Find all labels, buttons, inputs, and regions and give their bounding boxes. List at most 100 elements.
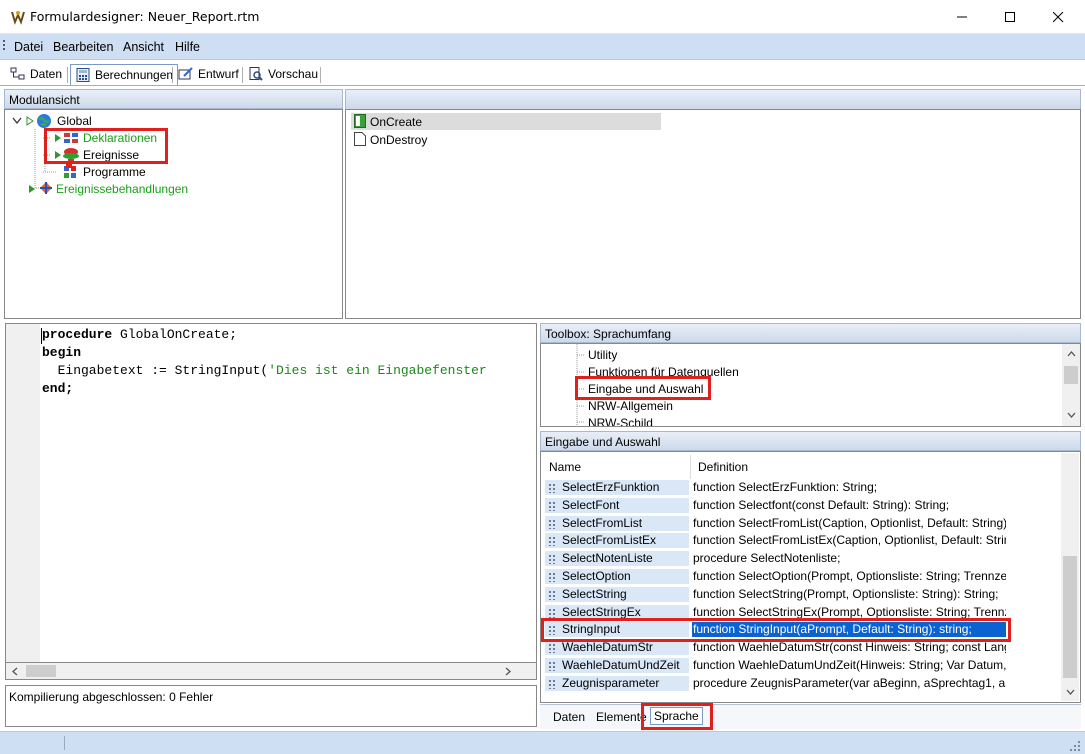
table-row[interactable]: SelectErzFunktion function SelectErzFunkt… (544, 479, 1006, 497)
function-name-cell[interactable]: SelectFromListEx (545, 533, 689, 549)
module-tree: Global Deklarationen Ereignisse Programm… (4, 109, 343, 319)
bottom-tab-daten[interactable]: Daten (550, 709, 588, 727)
table-row[interactable]: SelectOption function SelectOption(Prompt… (544, 568, 1006, 586)
table-row[interactable]: SelectString function SelectString(Prompt… (544, 586, 1006, 604)
function-name: SelectFont (562, 497, 620, 512)
function-definition-cell[interactable]: function SelectFromListEx(Caption, Optio… (692, 533, 1006, 548)
close-button[interactable] (1035, 0, 1081, 34)
function-definition: function SelectOption(Prompt, Optionslis… (693, 569, 1006, 583)
code-editor[interactable]: procedure GlobalOnCreate; begin Eingabet… (5, 323, 537, 663)
functions-header: Eingabe und Auswahl (540, 431, 1081, 451)
menu-datei[interactable]: Datei (14, 40, 43, 54)
grid-drag-icon (549, 608, 555, 618)
function-name-cell[interactable]: SelectFont (545, 497, 689, 513)
scroll-down-icon[interactable] (1067, 412, 1076, 419)
function-definition-cell[interactable]: function SelectErzFunktion: String; (692, 480, 1006, 495)
table-row[interactable]: SelectFromList function SelectFromList(Ca… (544, 515, 1006, 533)
bottom-tab-elemente[interactable]: Elemente (593, 709, 650, 727)
tab-vorschau[interactable]: Vorschau (244, 64, 322, 85)
function-definition-cell[interactable]: procedure SelectNotenliste; (692, 551, 1006, 566)
function-name-cell[interactable]: WaehleDatumStr (545, 640, 689, 656)
tree-item-declarations[interactable]: Deklarationen (83, 131, 157, 145)
function-name: WaehleDatumStr (562, 640, 653, 655)
maximize-icon (1005, 12, 1015, 22)
function-definition-cell[interactable]: function SelectFromList(Caption, Optionl… (692, 516, 1006, 531)
menu-ansicht[interactable]: Ansicht (123, 40, 164, 54)
toolbox-item-input-selection[interactable]: Eingabe und Auswahl (588, 382, 703, 396)
grid-drag-icon (549, 501, 555, 511)
function-definition-cell[interactable]: function Selectfont(const Default: Strin… (692, 498, 1006, 513)
function-definition-cell[interactable]: function SelectString(Prompt, Optionslis… (692, 587, 1006, 602)
close-icon (1053, 12, 1064, 23)
tab-separator (172, 67, 173, 83)
table-row[interactable]: SelectFromListEx function SelectFromListE… (544, 532, 1006, 550)
tree-item-events[interactable]: Ereignisse (83, 148, 139, 162)
resize-grip-icon[interactable] (1070, 741, 1082, 753)
highlight-marker (66, 163, 72, 168)
table-row[interactable]: StringInput function StringInput(aPrompt,… (544, 621, 1006, 639)
events-icon (63, 148, 79, 162)
module-view-header: Modulansicht (4, 89, 343, 109)
column-header-definition[interactable]: Definition (698, 460, 748, 480)
list-item-ondestroy[interactable]: OnDestroy (370, 133, 427, 147)
tree-item-programs[interactable]: Programme (83, 165, 146, 179)
function-name-cell[interactable]: SelectStringEx (545, 604, 689, 620)
code-horizontal-scrollbar[interactable] (5, 663, 537, 680)
function-name-cell[interactable]: SelectString (545, 586, 689, 602)
tab-daten-label: Daten (30, 67, 63, 81)
tab-berechnungen[interactable]: Berechnungen (70, 64, 179, 85)
minimize-icon (957, 16, 967, 18)
code-keyword: begin (42, 345, 82, 360)
functions-vertical-scrollbar[interactable] (1061, 453, 1079, 701)
function-definition-cell[interactable]: function SelectStringEx(Prompt, Optionsl… (692, 605, 1006, 620)
table-row[interactable]: SelectFont function Selectfont(const Defa… (544, 497, 1006, 515)
play-arrow-icon (29, 185, 35, 193)
scroll-down-icon[interactable] (1066, 689, 1075, 696)
function-definition-cell[interactable]: function SelectOption(Prompt, Optionslis… (692, 569, 1006, 584)
function-name-cell[interactable]: Zeugnisparameter (545, 675, 689, 691)
preview-icon (249, 67, 263, 81)
tab-separator (242, 67, 243, 83)
maximize-button[interactable] (987, 0, 1033, 34)
collapse-chevron-icon[interactable] (12, 117, 22, 125)
toolbox-item-nrw-general[interactable]: NRW-Allgemein (588, 399, 673, 413)
table-row[interactable]: SelectStringEx function SelectStringEx(Pr… (544, 604, 1006, 622)
menu-bearbeiten[interactable]: Bearbeiten (53, 40, 113, 54)
scroll-thumb[interactable] (1063, 556, 1077, 678)
app-icon (11, 11, 25, 25)
scroll-thumb[interactable] (1064, 366, 1078, 384)
function-name-cell[interactable]: WaehleDatumUndZeit (545, 658, 689, 673)
list-item-oncreate[interactable]: OnCreate (370, 115, 422, 129)
table-row[interactable]: SelectNotenListe procedure SelectNotenlis… (544, 550, 1006, 568)
toolbox-vertical-scrollbar[interactable] (1062, 344, 1080, 426)
scroll-thumb[interactable] (26, 665, 56, 677)
table-row[interactable]: WaehleDatumStr function WaehleDatumStr(co… (544, 639, 1006, 657)
function-name-cell[interactable]: SelectErzFunktion (545, 480, 689, 495)
tree-item-global[interactable]: Global (57, 114, 92, 128)
scroll-up-icon[interactable] (1067, 350, 1076, 357)
scroll-left-icon[interactable] (11, 667, 19, 676)
scroll-right-icon[interactable] (504, 667, 512, 676)
function-definition-cell[interactable]: function WaehleDatumStr(const Hinweis: S… (692, 640, 1006, 655)
minimize-button[interactable] (939, 0, 985, 34)
data-icon (10, 67, 25, 80)
table-row[interactable]: WaehleDatumUndZeit function WaehleDatumUn… (544, 657, 1006, 675)
toolbox-item-nrw-schild[interactable]: NRW-Schild (588, 416, 653, 426)
grid-drag-icon (549, 626, 555, 636)
menu-hilfe[interactable]: Hilfe (175, 40, 200, 54)
tab-daten[interactable]: Daten (6, 64, 66, 85)
function-name-cell[interactable]: SelectNotenListe (545, 551, 689, 567)
tab-entwurf[interactable]: Entwurf (174, 64, 243, 85)
toolbox-item-datasource-functions[interactable]: Funktionen für Datenquellen (588, 365, 739, 379)
tree-item-event-handlers[interactable]: Ereignissebehandlungen (56, 182, 188, 196)
function-definition-cell[interactable]: procedure ZeugnisParameter(var aBeginn, … (692, 676, 1006, 691)
table-row[interactable]: Zeugnisparameter procedure ZeugnisParamet… (544, 675, 1006, 693)
function-definition-cell[interactable]: function WaehleDatumUndZeit(Hinweis: Str… (692, 658, 1006, 673)
bottom-tab-sprache[interactable]: Sprache (650, 707, 703, 725)
function-name-cell[interactable]: SelectFromList (545, 515, 689, 531)
column-header-name[interactable]: Name (549, 460, 581, 480)
function-definition-cell[interactable]: function StringInput(aPrompt, Default: S… (692, 622, 1006, 638)
function-name-cell[interactable]: SelectOption (545, 569, 689, 584)
toolbox-item-utility[interactable]: Utility (588, 348, 617, 362)
function-name-cell[interactable]: StringInput (545, 622, 689, 638)
